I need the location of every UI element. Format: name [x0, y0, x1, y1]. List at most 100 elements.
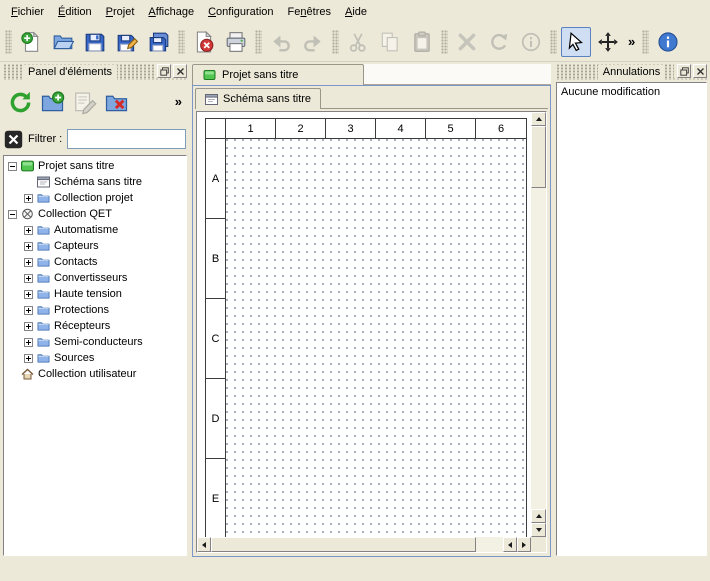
undo-button[interactable] — [266, 27, 296, 57]
tree-item-sources[interactable]: Sources — [4, 350, 186, 366]
menu-configuration[interactable]: Configuration — [201, 3, 280, 21]
open-project-button[interactable] — [48, 27, 78, 57]
tree-item-contacts[interactable]: Contacts — [4, 254, 186, 270]
diagram-view[interactable]: 1 2 3 4 5 6 A B C D — [196, 111, 547, 553]
folder-icon — [37, 240, 50, 252]
reload-collections-button[interactable] — [4, 86, 36, 118]
toolbar-drag-handle[interactable] — [550, 30, 557, 54]
expand-expander-icon[interactable] — [24, 354, 33, 363]
expand-expander-icon[interactable] — [24, 322, 33, 331]
new-project-button[interactable] — [16, 27, 46, 57]
expand-expander-icon[interactable] — [24, 194, 33, 203]
toolbar-overflow-button[interactable]: » — [624, 28, 639, 56]
copy-button[interactable] — [375, 27, 405, 57]
folder-icon — [37, 288, 50, 300]
expand-expander-icon[interactable] — [24, 258, 33, 267]
expand-expander-icon[interactable] — [24, 290, 33, 299]
close-file-button[interactable] — [189, 27, 219, 57]
save-button[interactable] — [80, 27, 110, 57]
collapse-expander-icon[interactable] — [8, 210, 17, 219]
tree-item-protections[interactable]: Protections — [4, 302, 186, 318]
tree-item-haute-tension[interactable]: Haute tension — [4, 286, 186, 302]
tree-item-semi-conducteurs[interactable]: Semi-conducteurs — [4, 334, 186, 350]
close-icon — [696, 67, 705, 76]
elements-panel-titlebar[interactable]: Panel d'éléments — [3, 64, 187, 80]
tree-item-project[interactable]: Projet sans titre — [4, 158, 186, 174]
float-panel-button[interactable] — [677, 64, 691, 78]
undo-history-list[interactable]: Aucune modification — [556, 82, 707, 556]
tree-item-capteurs[interactable]: Capteurs — [4, 238, 186, 254]
scroll-up-button[interactable] — [531, 112, 546, 126]
expand-expander-icon[interactable] — [24, 242, 33, 251]
tree-item-label: Récepteurs — [54, 320, 110, 332]
toolbar-drag-handle[interactable] — [332, 30, 339, 54]
expand-expander-icon[interactable] — [24, 274, 33, 283]
save-as-button[interactable] — [112, 27, 142, 57]
scroll-down-button[interactable] — [531, 523, 546, 537]
close-panel-button[interactable] — [693, 64, 707, 78]
menu-fenetres[interactable]: Fenêtres — [281, 3, 338, 21]
tab-schema-sans-titre[interactable]: Schéma sans titre — [195, 88, 321, 109]
tree-item-collection-utilisateur[interactable]: Collection utilisateur — [4, 366, 186, 382]
edit-element-button[interactable] — [68, 86, 100, 118]
filter-input[interactable] — [67, 129, 186, 149]
tree-item-schema[interactable]: Schéma sans titre — [4, 174, 186, 190]
scroll-left-button-2[interactable] — [503, 537, 517, 552]
toolbar-drag-handle[interactable] — [441, 30, 448, 54]
rotate-button[interactable] — [484, 27, 514, 57]
close-panel-button[interactable] — [173, 64, 187, 78]
scroll-left-button[interactable] — [197, 537, 211, 552]
qet-main-window: Fichier Édition Projet Affichage Configu… — [0, 0, 710, 581]
menu-edition[interactable]: Édition — [51, 3, 99, 21]
vertical-scrollbar[interactable] — [531, 112, 546, 537]
menu-aide[interactable]: Aide — [338, 3, 374, 21]
horizontal-scrollbar[interactable] — [197, 537, 531, 552]
save-all-icon — [148, 31, 170, 53]
scroll-up-button-2[interactable] — [531, 509, 546, 523]
toolbar-drag-handle[interactable] — [255, 30, 262, 54]
tree-item-convertisseurs[interactable]: Convertisseurs — [4, 270, 186, 286]
redo-button[interactable] — [298, 27, 328, 57]
expand-expander-icon[interactable] — [24, 338, 33, 347]
delete-button[interactable] — [452, 27, 482, 57]
toolbar-drag-handle[interactable] — [178, 30, 185, 54]
menu-fichier[interactable]: Fichier — [4, 3, 51, 21]
tree-item-collection-qet[interactable]: Collection QET — [4, 206, 186, 222]
toolbar-drag-handle[interactable] — [642, 30, 649, 54]
elements-panel-title: Panel d'éléments — [23, 65, 117, 80]
diagram-grid[interactable] — [226, 139, 526, 537]
clear-filter-icon[interactable] — [4, 130, 23, 149]
arrow-down-icon — [536, 528, 542, 532]
menu-affichage[interactable]: Affichage — [141, 3, 201, 21]
element-info-button[interactable] — [516, 27, 546, 57]
scrollbar-corner — [531, 537, 546, 552]
float-panel-button[interactable] — [157, 64, 171, 78]
pan-mode-button[interactable] — [593, 27, 623, 57]
tree-item-automatisme[interactable]: Automatisme — [4, 222, 186, 238]
tree-item-recepteurs[interactable]: Récepteurs — [4, 318, 186, 334]
collapse-expander-icon[interactable] — [8, 162, 17, 171]
clipboard-icon — [411, 31, 433, 53]
tab-projet-sans-titre[interactable]: Projet sans titre — [192, 64, 364, 85]
new-element-button[interactable] — [36, 86, 68, 118]
scroll-right-button[interactable] — [517, 537, 531, 552]
expand-expander-icon[interactable] — [24, 226, 33, 235]
undo-panel-titlebar[interactable]: Annulations — [556, 64, 707, 80]
menu-projet[interactable]: Projet — [99, 3, 142, 21]
expand-expander-icon[interactable] — [24, 306, 33, 315]
diagram-canvas[interactable]: 1 2 3 4 5 6 A B C D — [197, 112, 531, 537]
row-header: D — [206, 379, 226, 459]
about-button[interactable] — [653, 27, 683, 57]
vertical-scroll-thumb[interactable] — [531, 126, 546, 188]
toolbar-drag-handle[interactable] — [5, 30, 12, 54]
cut-button[interactable] — [343, 27, 373, 57]
selection-mode-button[interactable] — [561, 27, 591, 57]
horizontal-scroll-thumb[interactable] — [211, 537, 476, 552]
print-button[interactable] — [221, 27, 251, 57]
elements-toolbar-overflow-button[interactable]: » — [171, 88, 186, 116]
tree-item-collection-projet[interactable]: Collection projet — [4, 190, 186, 206]
save-all-button[interactable] — [144, 27, 174, 57]
delete-element-button[interactable] — [100, 86, 132, 118]
column-header: 6 — [476, 119, 526, 139]
paste-button[interactable] — [407, 27, 437, 57]
